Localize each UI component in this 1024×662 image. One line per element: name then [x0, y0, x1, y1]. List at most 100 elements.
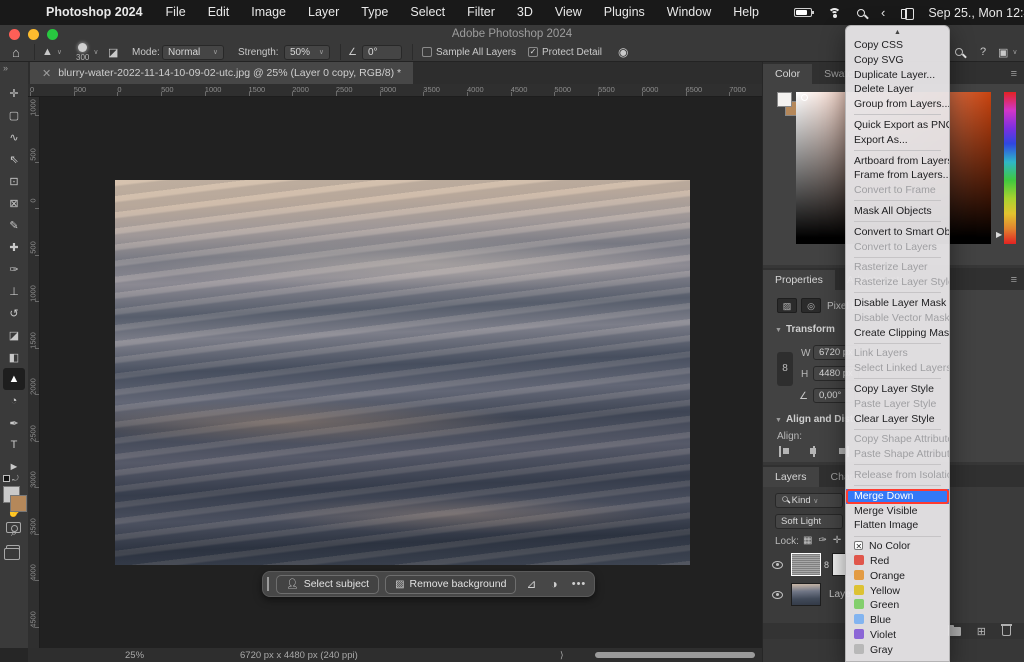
taskbar-drag-handle[interactable]	[267, 577, 270, 591]
menu-type[interactable]: Type	[350, 0, 399, 25]
menu-item-copy-css[interactable]: Copy CSS	[846, 38, 949, 53]
panel-menu-icon[interactable]: ≡	[1011, 274, 1017, 286]
align-left-icon[interactable]	[779, 446, 791, 457]
workspace-switcher[interactable]: ▣∨	[998, 42, 1018, 62]
pen-tool[interactable]: ✒	[3, 412, 25, 434]
menu-view[interactable]: View	[544, 0, 593, 25]
menu-item-yellow[interactable]: Yellow	[846, 584, 949, 599]
chevron-left-icon[interactable]: ‹	[881, 5, 885, 20]
history-brush-tool[interactable]: ↺	[3, 302, 25, 324]
menu-item-mask-all-objects[interactable]: Mask All Objects	[846, 204, 949, 219]
menubar-app-name[interactable]: Photoshop 2024	[34, 0, 155, 25]
zoom-level[interactable]: 25%	[125, 650, 144, 661]
menu-item-violet[interactable]: Violet	[846, 628, 949, 643]
align-center-icon[interactable]	[808, 446, 820, 457]
brush-size-dropdown[interactable]: 300 ∨	[76, 42, 98, 62]
wifi-icon[interactable]	[828, 8, 841, 18]
background-color-swatch[interactable]	[10, 495, 27, 512]
hue-slider[interactable]	[1004, 92, 1016, 244]
dodge-tool[interactable]: ◔	[3, 390, 25, 412]
menu-item-delete-layer[interactable]: Delete Layer	[846, 82, 949, 97]
layer-filter-select[interactable]: Kind ∨	[775, 493, 843, 508]
lasso-tool[interactable]: ∿	[3, 126, 25, 148]
menu-item-no-color[interactable]: No Color	[846, 539, 949, 554]
angle-field[interactable]: 0°	[362, 42, 402, 62]
delete-layer-icon[interactable]	[1002, 626, 1011, 636]
screen-mode-icon[interactable]	[6, 545, 20, 555]
menu-item-green[interactable]: Green	[846, 598, 949, 613]
menu-item-convert-to-smart-object[interactable]: Convert to Smart Object	[846, 225, 949, 240]
menu-item-orange[interactable]: Orange	[846, 569, 949, 584]
menu-item-flatten-image[interactable]: Flatten Image	[846, 518, 949, 533]
strength-select[interactable]: 50%∨	[284, 42, 330, 62]
menu-item-disable-layer-mask[interactable]: Disable Layer Mask	[846, 296, 949, 311]
select-subject-button[interactable]: 👤︎ Select subject	[276, 575, 379, 594]
menu-item-copy-svg[interactable]: Copy SVG	[846, 53, 949, 68]
help-icon[interactable]: ?	[980, 42, 986, 62]
object-selection-tool[interactable]: ⇖	[3, 148, 25, 170]
menu-item-red[interactable]: Red	[846, 554, 949, 569]
layer-2-thumbnail[interactable]	[791, 583, 821, 606]
menu-item-clear-layer-style[interactable]: Clear Layer Style	[846, 412, 949, 427]
menu-select[interactable]: Select	[399, 0, 456, 25]
pressure-icon[interactable]: ◉	[618, 42, 628, 62]
menu-item-frame-from-layers[interactable]: Frame from Layers...	[846, 168, 949, 183]
eyedropper-tool[interactable]: ✎	[3, 214, 25, 236]
crop-tool[interactable]: ⊡	[3, 170, 25, 192]
lock-icons[interactable]: ▦✑✛	[803, 535, 847, 546]
brush-tool[interactable]: ✑	[3, 258, 25, 280]
menu-edit[interactable]: Edit	[197, 0, 241, 25]
tab-properties[interactable]: Properties	[763, 270, 835, 290]
adjustment-icon[interactable]: ◑	[550, 577, 557, 591]
mode-select[interactable]: Normal∨	[162, 42, 224, 62]
gradient-tool[interactable]: ◧	[3, 346, 25, 368]
quick-mask-icon[interactable]	[6, 522, 21, 533]
document-image[interactable]	[115, 180, 690, 565]
sharpen-tool[interactable]: ▲	[3, 368, 25, 390]
healing-brush-tool[interactable]: ✚	[3, 236, 25, 258]
menu-image[interactable]: Image	[240, 0, 297, 25]
type-tool[interactable]: T	[3, 434, 25, 456]
transform-section-header[interactable]: ▼Transform	[775, 324, 835, 335]
menu-layer[interactable]: Layer	[297, 0, 350, 25]
swap-colors-icon[interactable]: ⤾	[12, 474, 19, 484]
taskbar-more-icon[interactable]: •••	[572, 578, 587, 590]
spotlight-search-icon[interactable]	[857, 9, 865, 17]
menu-scroll-up-icon[interactable]: ▲	[846, 27, 949, 38]
frame-tool[interactable]: ⊠	[3, 192, 25, 214]
menu-window[interactable]: Window	[656, 0, 722, 25]
menu-3d[interactable]: 3D	[506, 0, 544, 25]
horizontal-scrollbar[interactable]	[595, 652, 755, 658]
menu-item-merge-down[interactable]: Merge Down	[846, 489, 949, 504]
tab-color[interactable]: Color	[763, 64, 812, 84]
new-layer-icon[interactable]: ⊞	[977, 625, 986, 638]
status-chevron-icon[interactable]: ⟩	[560, 650, 564, 661]
home-button[interactable]: ⌂	[12, 42, 20, 62]
color-panel-foreground-swatch[interactable]	[777, 92, 792, 107]
blend-mode-select[interactable]: Soft Light	[775, 514, 843, 529]
collapse-tools-icon[interactable]: »	[3, 63, 8, 73]
menu-plugins[interactable]: Plugins	[593, 0, 656, 25]
search-icon[interactable]	[955, 42, 963, 62]
menu-file[interactable]: File	[155, 0, 197, 25]
menu-item-quick-export-as-png[interactable]: Quick Export as PNG	[846, 118, 949, 133]
panel-menu-icon[interactable]: ≡	[1011, 68, 1017, 80]
stage-manager-icon[interactable]	[901, 8, 914, 18]
layer-visibility-icon[interactable]	[772, 591, 783, 599]
menu-item-create-clipping-mask[interactable]: Create Clipping Mask	[846, 326, 949, 341]
remove-background-button[interactable]: ▨ Remove background	[385, 575, 516, 594]
transform-icon[interactable]: ⊿	[526, 577, 536, 591]
move-tool[interactable]: ✛	[3, 82, 25, 104]
mask-chip-icon[interactable]: ◎	[801, 298, 821, 313]
sample-all-layers-checkbox[interactable]: Sample All Layers	[422, 42, 516, 62]
hue-slider-arrow[interactable]: ▶	[996, 230, 1002, 239]
menu-item-blue[interactable]: Blue	[846, 613, 949, 628]
menu-item-copy-layer-style[interactable]: Copy Layer Style	[846, 382, 949, 397]
layer-visibility-icon[interactable]	[772, 561, 783, 569]
menu-item-artboard-from-layers[interactable]: Artboard from Layers...	[846, 154, 949, 169]
menu-item-merge-visible[interactable]: Merge Visible	[846, 504, 949, 519]
clone-stamp-tool[interactable]: ⊥	[3, 280, 25, 302]
default-colors-icon[interactable]	[3, 475, 10, 482]
pixel-layer-chip-icon[interactable]: ▨	[777, 298, 797, 313]
protect-detail-checkbox[interactable]: Protect Detail	[528, 42, 602, 62]
